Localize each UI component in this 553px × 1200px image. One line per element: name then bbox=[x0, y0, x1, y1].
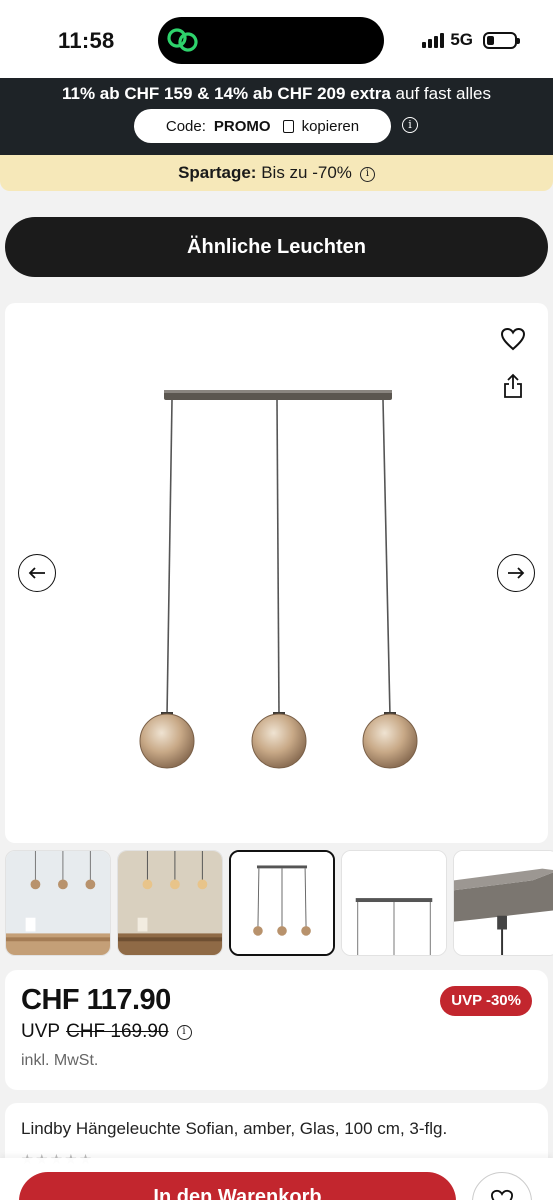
signal-icon bbox=[422, 32, 445, 48]
price-card: CHF 117.90 UVP CHF 169.90 i inkl. MwSt. … bbox=[5, 970, 548, 1090]
copy-code-button[interactable]: Code: PROMO kopieren bbox=[134, 109, 391, 143]
promo-code: PROMO bbox=[213, 117, 271, 135]
bottom-action-bar: In den Warenkorb bbox=[0, 1158, 553, 1200]
clock: 11:58 bbox=[58, 28, 115, 53]
thumbnail-image bbox=[454, 851, 553, 955]
code-label: Code: bbox=[165, 117, 206, 135]
copy-icon bbox=[282, 119, 294, 133]
thumbnail-image bbox=[342, 851, 446, 955]
product-image-gallery[interactable] bbox=[5, 303, 548, 843]
info-icon[interactable]: i bbox=[359, 167, 375, 182]
network-label: 5G bbox=[450, 30, 473, 49]
promo-banner: 11% ab CHF 159 & 14% ab CHF 209 extra au… bbox=[0, 78, 553, 155]
sale-label: Spartage: bbox=[178, 163, 257, 182]
tax-note: inkl. MwSt. bbox=[21, 1052, 99, 1069]
share-icon[interactable] bbox=[502, 373, 524, 399]
copy-label: kopieren bbox=[301, 117, 360, 135]
info-icon[interactable]: i bbox=[176, 1024, 192, 1040]
status-indicators: 5G bbox=[422, 30, 520, 50]
thumbnail[interactable] bbox=[117, 850, 223, 956]
discount-badge: UVP -30% bbox=[440, 986, 532, 1016]
next-image-button[interactable] bbox=[497, 554, 535, 592]
promo-text-bold: 11% ab CHF 159 & 14% ab CHF 209 extra bbox=[62, 84, 391, 103]
product-title: Lindby Hängeleuchte Sofian, amber, Glas,… bbox=[21, 1119, 448, 1138]
promo-text: 11% ab CHF 159 & 14% ab CHF 209 extra au… bbox=[0, 84, 553, 104]
promo-text-rest: auf fast alles bbox=[390, 84, 491, 103]
thumbnail-image bbox=[118, 851, 222, 955]
thumbnail[interactable] bbox=[5, 850, 111, 956]
arrow-left-icon bbox=[28, 567, 45, 579]
previous-image-button[interactable] bbox=[18, 554, 56, 592]
thumbnail[interactable] bbox=[453, 850, 553, 956]
uvp-price: CHF 169.90 bbox=[66, 1021, 169, 1042]
link-app-icon bbox=[167, 28, 198, 52]
thumbnail-selected[interactable] bbox=[229, 850, 335, 956]
arrow-right-icon bbox=[508, 567, 525, 579]
heart-icon bbox=[490, 1189, 514, 1200]
uvp-label: UVP bbox=[21, 1021, 61, 1042]
status-bar: 11:58 5G bbox=[0, 0, 553, 78]
thumbnail-strip[interactable] bbox=[5, 850, 553, 956]
sale-text: Bis zu -70% bbox=[256, 163, 352, 182]
wishlist-button[interactable] bbox=[472, 1172, 532, 1200]
add-to-cart-button[interactable]: In den Warenkorb bbox=[19, 1172, 456, 1200]
info-icon[interactable]: i bbox=[402, 117, 418, 133]
dynamic-island bbox=[158, 17, 384, 64]
product-price: CHF 117.90 bbox=[21, 984, 171, 1016]
heart-icon[interactable] bbox=[500, 327, 526, 351]
sale-banner[interactable]: Spartage: Bis zu -70% i bbox=[0, 155, 553, 191]
thumbnail[interactable] bbox=[341, 850, 447, 956]
similar-lights-button[interactable]: Ähnliche Leuchten bbox=[5, 217, 548, 277]
battery-icon bbox=[483, 31, 520, 49]
uvp-price-row: UVP CHF 169.90 i bbox=[21, 1021, 192, 1043]
thumbnail-image bbox=[6, 851, 110, 955]
product-photo bbox=[139, 390, 418, 769]
thumbnail-image bbox=[231, 852, 333, 954]
